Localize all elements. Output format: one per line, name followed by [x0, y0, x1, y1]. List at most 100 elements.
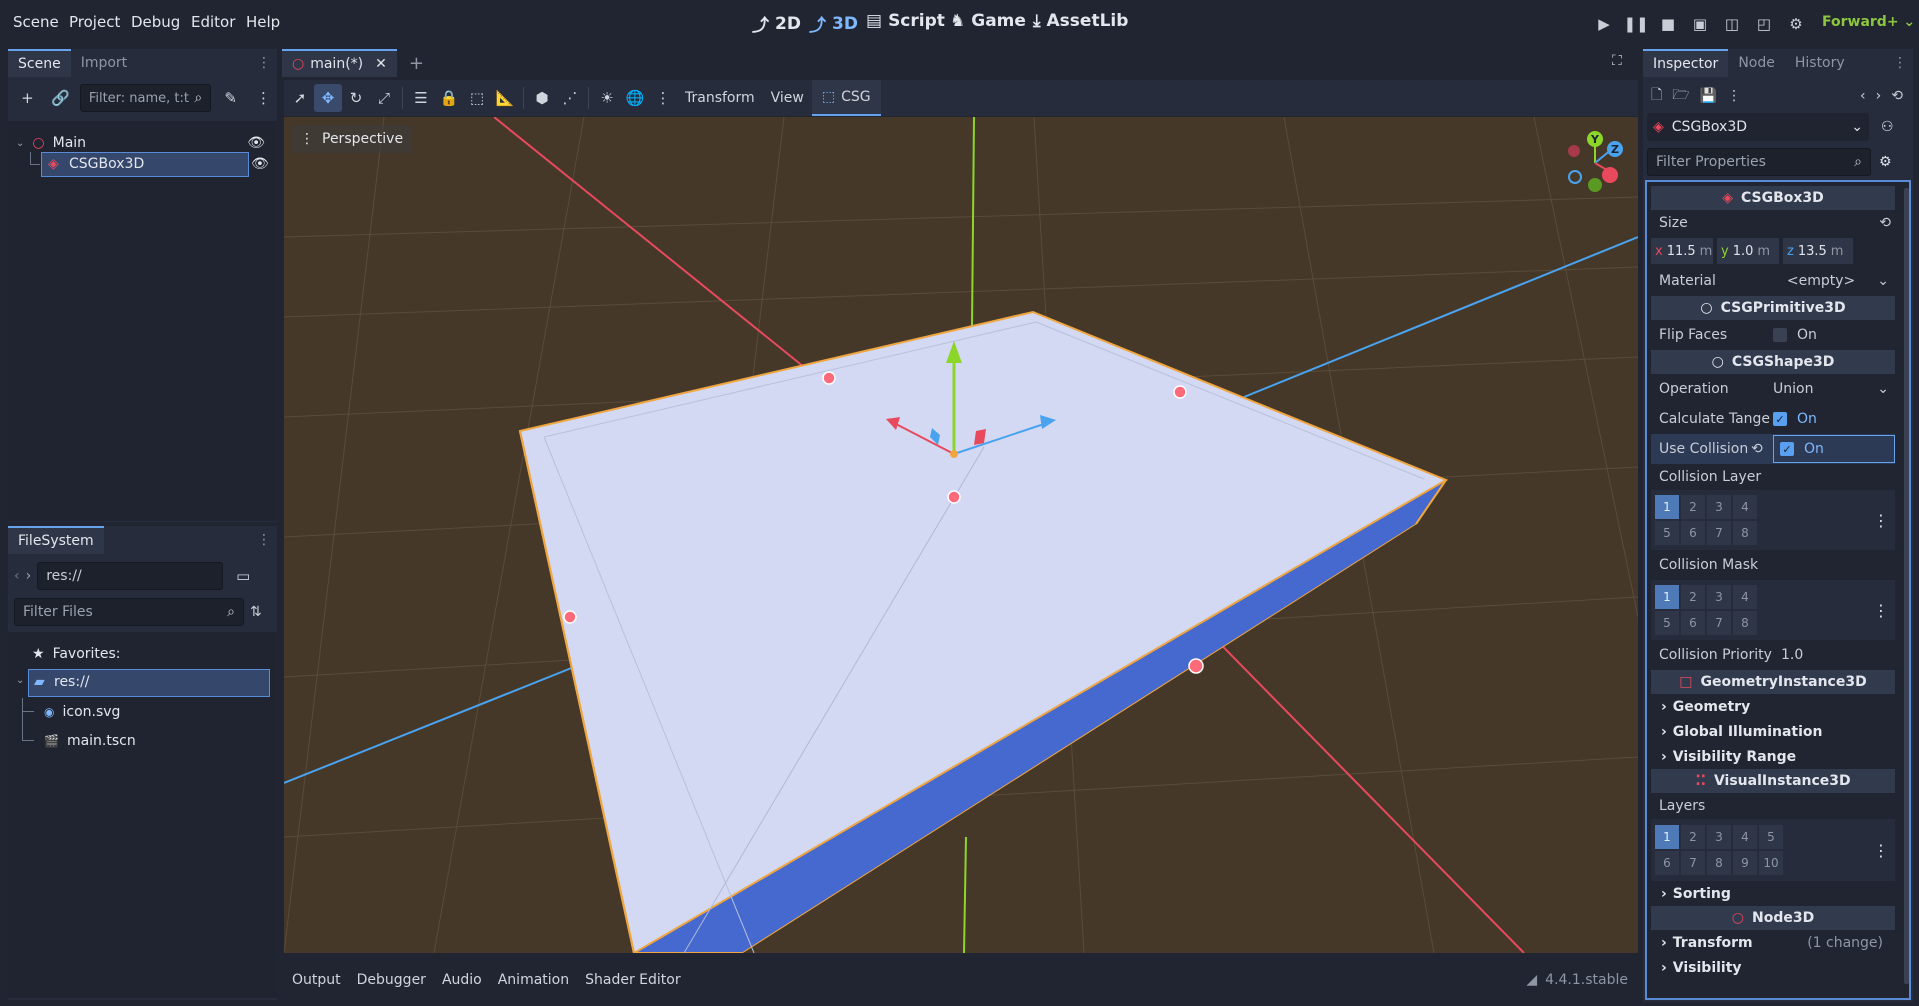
- back-icon[interactable]: ‹: [1860, 88, 1866, 104]
- group-transform[interactable]: › Transform (1 change): [1651, 930, 1895, 955]
- material-picker[interactable]: <empty>: [1787, 273, 1855, 289]
- play-custom-scene-icon[interactable]: ◰: [1754, 14, 1774, 34]
- gizmo-neg-y-axis[interactable]: [1588, 178, 1602, 192]
- play-icon[interactable]: ▶: [1594, 14, 1614, 34]
- move-tool-icon[interactable]: ✥: [314, 84, 342, 112]
- revert-icon[interactable]: ⟲: [1879, 215, 1891, 231]
- gizmo-x-axis[interactable]: [1602, 167, 1618, 183]
- use-collision-field[interactable]: ✓ On: [1773, 435, 1895, 463]
- new-resource-icon[interactable]: 🗋: [1651, 84, 1662, 108]
- mask-bit[interactable]: 6: [1681, 611, 1705, 635]
- mask-bit[interactable]: 8: [1733, 611, 1757, 635]
- snap-icon[interactable]: ⋰: [556, 84, 584, 112]
- tab-main-scene[interactable]: ○ main(*) ✕: [282, 49, 397, 77]
- section-csgprimitive3d[interactable]: ○ CSGPrimitive3D: [1651, 296, 1895, 320]
- split-view-icon[interactable]: ▭: [229, 562, 257, 590]
- dock-menu-icon[interactable]: ⋮: [257, 55, 277, 77]
- layer-menu-icon[interactable]: ⋮: [1873, 601, 1889, 620]
- favorites-row[interactable]: ★ Favorites:: [8, 640, 121, 668]
- section-geometryinstance3d[interactable]: □ GeometryInstance3D: [1651, 670, 1895, 694]
- layer-bit[interactable]: 8: [1733, 521, 1757, 545]
- flip-faces-checkbox[interactable]: [1773, 328, 1787, 342]
- layer-bit[interactable]: 3: [1707, 495, 1731, 519]
- local-space-icon[interactable]: ⬢: [528, 84, 556, 112]
- layer-bit[interactable]: 7: [1707, 521, 1731, 545]
- tree-row-csgbox3d[interactable]: ◈ CSGBox3D 👁: [8, 152, 277, 180]
- tab-node[interactable]: Node: [1728, 49, 1785, 77]
- layer-bit[interactable]: 10: [1759, 851, 1783, 875]
- workspace-3d-button[interactable]: ⤴ 3D: [809, 11, 858, 37]
- revert-icon[interactable]: ⟲: [1751, 441, 1773, 457]
- more-options-icon[interactable]: ⋮: [1727, 88, 1741, 104]
- environment-preview-icon[interactable]: 🌐: [621, 84, 649, 112]
- menu-scene[interactable]: Scene: [13, 13, 59, 31]
- size-handle[interactable]: [947, 490, 961, 504]
- size-handle[interactable]: [1173, 385, 1187, 399]
- add-node-icon[interactable]: +: [14, 84, 41, 112]
- perspective-menu[interactable]: ⋮ Perspective: [292, 125, 412, 153]
- distraction-free-icon[interactable]: ⛶: [1612, 53, 1622, 69]
- use-collision-checkbox[interactable]: ✓: [1780, 442, 1794, 456]
- tab-animation[interactable]: Animation: [498, 972, 569, 988]
- tab-debugger[interactable]: Debugger: [357, 972, 426, 988]
- history-icon[interactable]: ⟲: [1891, 88, 1903, 104]
- forward-icon[interactable]: ›: [1876, 88, 1882, 104]
- lock-icon[interactable]: 🔒: [435, 84, 463, 112]
- layer-bit[interactable]: 2: [1681, 825, 1705, 849]
- mask-bit[interactable]: 4: [1733, 585, 1757, 609]
- tab-filesystem[interactable]: FileSystem: [8, 526, 104, 554]
- menu-help[interactable]: Help: [246, 13, 280, 31]
- tab-scene[interactable]: Scene: [8, 49, 71, 77]
- group-global-illumination[interactable]: › Global Illumination: [1651, 719, 1895, 744]
- forward-icon[interactable]: ›: [26, 568, 32, 584]
- tab-shader-editor[interactable]: Shader Editor: [585, 972, 680, 988]
- play-scene-icon[interactable]: ◫: [1722, 14, 1742, 34]
- group-geometry[interactable]: › Geometry: [1651, 694, 1895, 719]
- mask-bit[interactable]: 3: [1707, 585, 1731, 609]
- collapse-arrow-icon[interactable]: ⌄: [16, 675, 24, 686]
- group-visibility[interactable]: › Visibility: [1651, 955, 1895, 980]
- size-y-field[interactable]: y 1.0 m: [1717, 238, 1779, 264]
- renderer-selector[interactable]: Forward+ ⌄: [1822, 14, 1915, 30]
- menu-project[interactable]: Project: [69, 13, 120, 31]
- 3d-viewport[interactable]: ⋮ Perspective Y Z: [284, 117, 1638, 953]
- collision-priority-field[interactable]: 1.0: [1781, 647, 1803, 663]
- more-options-icon[interactable]: ⋮: [649, 84, 677, 112]
- group-icon[interactable]: ⬚: [463, 84, 491, 112]
- workspace-assetlib-button[interactable]: ⤓ AssetLib: [1033, 11, 1128, 31]
- save-resource-icon[interactable]: 💾: [1700, 88, 1717, 104]
- layer-bit[interactable]: 6: [1681, 521, 1705, 545]
- mask-bit[interactable]: 5: [1655, 611, 1679, 635]
- layer-bit[interactable]: 9: [1733, 851, 1757, 875]
- csg-menu[interactable]: ⬚ CSG: [811, 80, 881, 116]
- section-visualinstance3d[interactable]: ⁚⁚ VisualInstance3D: [1651, 769, 1895, 793]
- section-csgbox3d[interactable]: ◈ CSGBox3D: [1651, 186, 1895, 210]
- pause-icon[interactable]: ❚❚: [1623, 14, 1648, 34]
- group-visibility-range[interactable]: › Visibility Range: [1651, 744, 1895, 769]
- layer-bit[interactable]: 8: [1707, 851, 1731, 875]
- tab-output[interactable]: Output: [292, 972, 341, 988]
- size-handle[interactable]: [563, 610, 577, 624]
- scene-menu-icon[interactable]: ⋮: [250, 84, 277, 112]
- menu-view[interactable]: View: [763, 90, 812, 106]
- mask-bit[interactable]: 1: [1655, 585, 1679, 609]
- layer-menu-icon[interactable]: ⋮: [1873, 841, 1889, 860]
- node-docs-icon[interactable]: ⚇: [1881, 119, 1894, 135]
- sort-icon[interactable]: ⇅: [250, 604, 262, 620]
- add-scene-tab-icon[interactable]: +: [397, 49, 436, 77]
- orientation-gizmo[interactable]: Y Z: [1552, 129, 1638, 205]
- gizmo-neg-z-axis[interactable]: [1568, 170, 1582, 184]
- dock-menu-icon[interactable]: ⋮: [257, 532, 277, 554]
- select-tool-icon[interactable]: ➚: [286, 84, 314, 112]
- scale-tool-icon[interactable]: ⤢: [370, 84, 398, 112]
- menu-debug[interactable]: Debug: [131, 13, 180, 31]
- attach-script-icon[interactable]: ✎: [217, 84, 244, 112]
- layer-bit[interactable]: 1: [1655, 495, 1679, 519]
- tab-audio[interactable]: Audio: [442, 972, 482, 988]
- menu-editor[interactable]: Editor: [191, 13, 235, 31]
- list-select-icon[interactable]: ☰: [407, 84, 435, 112]
- back-icon[interactable]: ‹: [14, 568, 20, 584]
- layer-bit[interactable]: 4: [1733, 825, 1757, 849]
- size-z-field[interactable]: z 13.5 m: [1783, 238, 1853, 264]
- layer-bit[interactable]: 7: [1681, 851, 1705, 875]
